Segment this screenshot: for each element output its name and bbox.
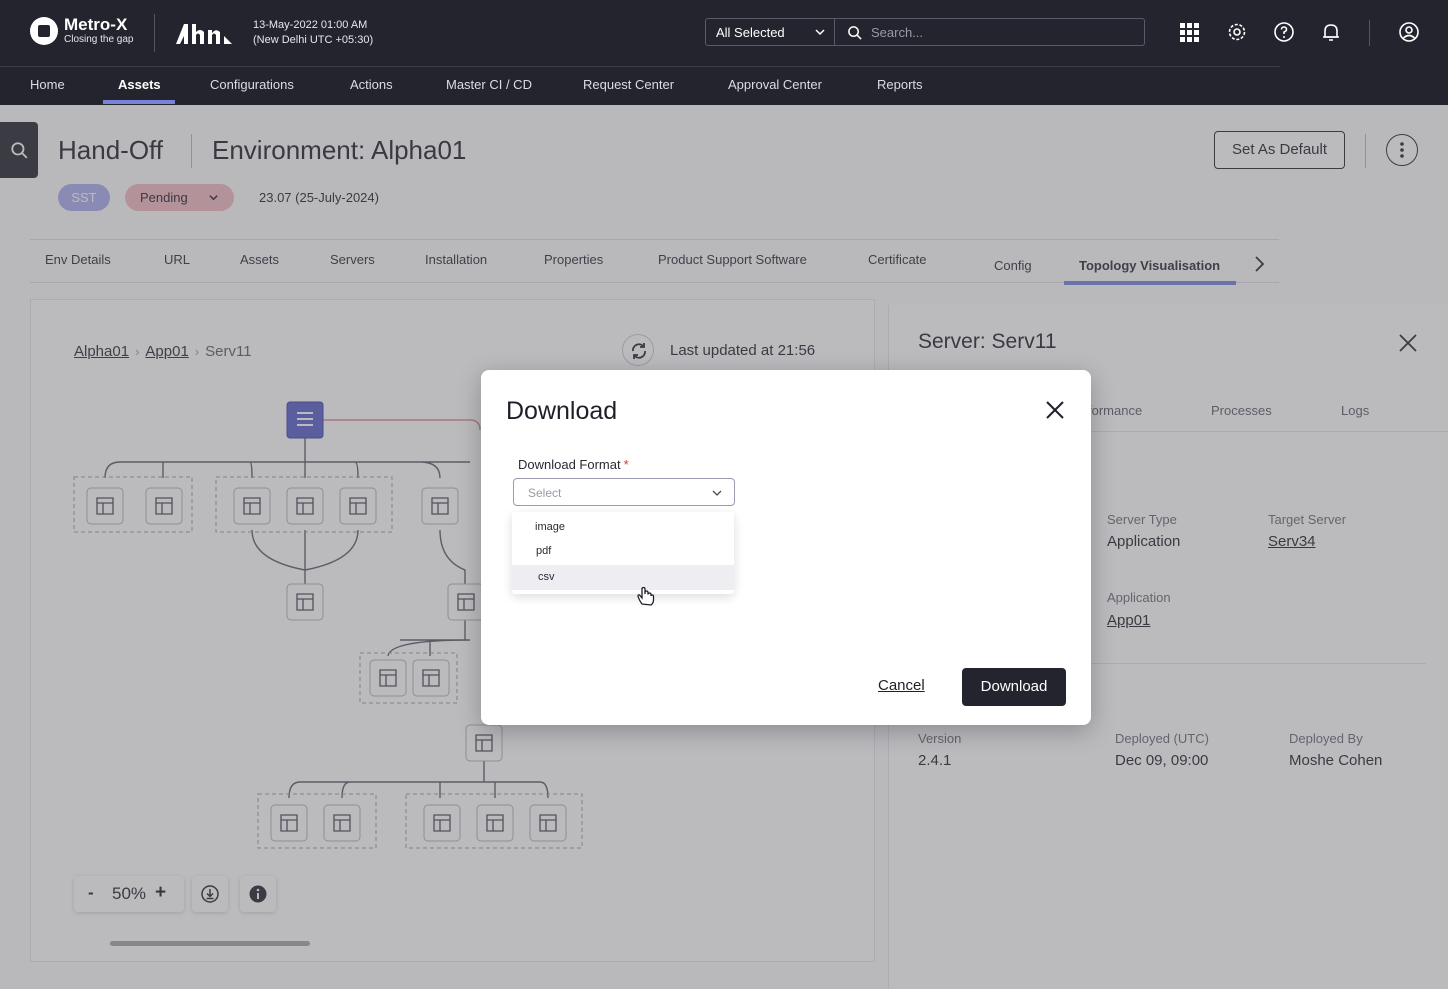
download-format-select[interactable]: Select	[513, 478, 735, 506]
required-indicator: *	[623, 457, 629, 472]
help-icon[interactable]	[1272, 20, 1296, 44]
search-placeholder: Search...	[871, 25, 924, 40]
chevron-down-icon	[712, 490, 722, 496]
partner-logo-icon	[176, 24, 232, 44]
select-placeholder: Select	[528, 486, 562, 500]
gear-icon[interactable]	[1225, 20, 1249, 44]
nav-item-reports[interactable]: Reports	[877, 77, 923, 92]
hand-cursor-icon	[637, 586, 655, 606]
nav-item-assets[interactable]: Assets	[118, 77, 161, 92]
top-bar: Metro-X Closing the gap 13-May-2022 01:0…	[0, 0, 1448, 66]
search-icon	[848, 26, 862, 40]
option-image[interactable]: image	[512, 515, 734, 540]
datetime-line1: 13-May-2022 01:00 AM	[253, 19, 368, 31]
nav-item-master-ci-cd[interactable]: Master CI / CD	[446, 77, 532, 92]
download-button[interactable]: Download	[962, 668, 1066, 706]
logo-divider	[154, 14, 155, 52]
scope-select-value: All Selected	[716, 25, 785, 40]
download-format-label: Download Format *	[518, 457, 629, 472]
nav-item-actions[interactable]: Actions	[350, 77, 393, 92]
logo-name: Metro-X	[64, 15, 128, 34]
logo-icon	[30, 17, 58, 45]
system-datetime: 13-May-2022 01:00 AM (New Delhi UTC +05:…	[253, 18, 373, 48]
download-dialog: Download Download Format * Select image p…	[481, 370, 1091, 725]
logo-tagline: Closing the gap	[64, 34, 134, 45]
topbar-divider	[1369, 20, 1370, 46]
logo[interactable]: Metro-X Closing the gap	[30, 16, 134, 46]
option-pdf[interactable]: pdf	[512, 539, 734, 564]
bell-icon[interactable]	[1319, 20, 1343, 44]
nav-item-approval-center[interactable]: Approval Center	[728, 77, 822, 92]
download-format-label-text: Download Format	[518, 457, 621, 472]
datetime-line2: (New Delhi UTC +05:30)	[253, 34, 374, 46]
nav-item-configurations[interactable]: Configurations	[210, 77, 294, 92]
user-account-icon[interactable]	[1397, 20, 1421, 44]
global-search-input[interactable]: Search...	[834, 18, 1145, 46]
nav-active-indicator	[103, 100, 175, 104]
nav-item-home[interactable]: Home	[30, 77, 65, 92]
nav-divider	[0, 66, 1280, 67]
nav-item-request-center[interactable]: Request Center	[583, 77, 674, 92]
main-nav: Home Assets Configurations Actions Maste…	[0, 66, 1448, 105]
option-csv[interactable]: csv	[512, 565, 734, 590]
close-icon[interactable]	[1045, 400, 1065, 420]
scope-select[interactable]: All Selected	[705, 18, 835, 46]
dialog-title: Download	[506, 397, 618, 425]
chevron-down-icon	[815, 29, 825, 36]
cancel-button[interactable]: Cancel	[878, 677, 925, 694]
format-options-menu: image pdf csv	[512, 512, 734, 594]
apps-grid-icon[interactable]	[1177, 20, 1201, 44]
